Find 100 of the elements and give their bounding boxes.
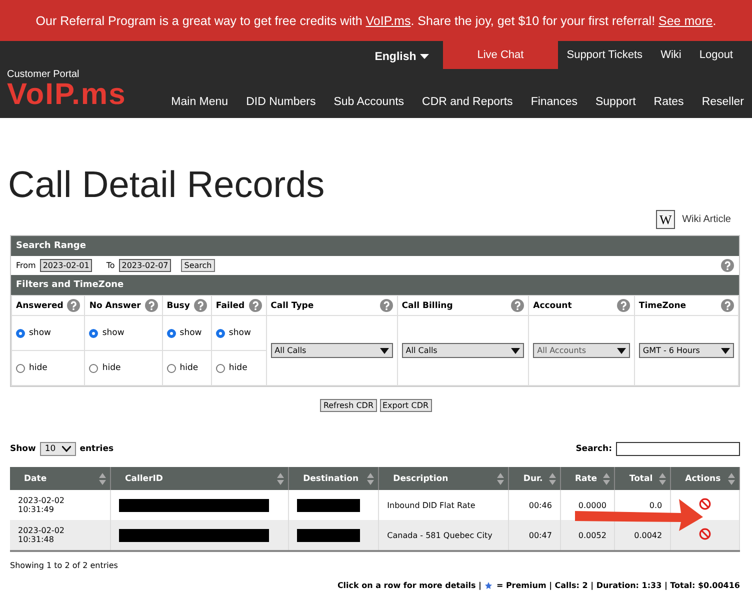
radio-button[interactable] [89,364,98,372]
top-link[interactable]: Wiki [652,41,690,69]
column-header[interactable]: Dur. [508,467,560,490]
table-cell: 2023-02-02 10:31:49 [18,496,64,514]
sort-icon[interactable] [367,473,374,485]
nav-link[interactable]: Support [595,96,636,108]
help-icon[interactable] [380,299,393,312]
table-cell: 0.0 [649,500,662,510]
radio-button[interactable] [216,328,225,338]
table-cell: 00:46 [528,500,552,510]
sort-icon[interactable] [548,473,556,485]
filter-label: Call Type [270,300,314,310]
sort-icon[interactable] [603,473,610,485]
nav-link[interactable]: Reseller [702,96,744,108]
nav-link[interactable]: Finances [530,96,578,108]
table-cell: 0.0042 [634,530,662,540]
radio-label: hide [29,363,48,373]
redaction-bar [297,528,360,542]
page-title: Call Detail Records [8,164,326,206]
help-icon[interactable] [721,299,734,312]
table-cell: 0.0052 [578,530,606,540]
radio-button[interactable] [16,364,25,372]
sort-icon[interactable] [277,473,284,485]
section-header: Filters and TimeZone [11,275,739,295]
show-label: Show [10,444,36,454]
caret-icon [616,348,626,354]
column-header[interactable]: Description [378,467,509,490]
redaction-bar [297,498,360,512]
action-button[interactable]: Refresh CDR [320,399,376,412]
radio-label: hide [228,363,248,373]
column-header[interactable]: Destination [288,467,379,490]
nav-link[interactable]: DID Numbers [246,96,316,108]
date-field[interactable]: 2023-02-07 [118,259,172,272]
summary-text: Click on a row for more details | [337,581,482,590]
chevron-icon [62,446,71,452]
table-cell: 0.0000 [578,500,606,510]
column-header[interactable]: Actions [670,467,740,490]
date-field[interactable]: 2023-02-01 [40,259,92,272]
radio-button[interactable] [16,328,25,338]
radio-label: show [102,328,124,338]
dropdown[interactable]: GMT - 6 Hours [638,343,734,358]
sort-icon[interactable] [99,473,106,485]
to-label: To [106,261,115,270]
caret-icon [380,348,389,354]
radio-button[interactable] [166,364,176,372]
help-icon[interactable] [721,259,734,272]
nav-link[interactable]: Rates [654,96,684,108]
wiki-icon[interactable]: W [656,210,676,229]
help-icon[interactable] [67,299,80,312]
top-link[interactable]: Live Chat [443,41,558,69]
filter-label: Failed [216,300,245,310]
sort-icon[interactable] [659,473,666,485]
radio-button[interactable] [166,328,176,338]
search-field[interactable] [616,442,740,456]
wiki-link[interactable]: Wiki Article [682,214,731,225]
column-header[interactable]: Total [614,467,671,490]
from-label: From [16,261,36,270]
help-icon[interactable] [144,299,158,312]
table-cell: 00:47 [528,530,552,540]
help-icon[interactable] [616,299,630,312]
radio-label: hide [102,363,121,373]
entries-dropdown[interactable]: 10 [40,442,76,456]
top-link[interactable]: Support Tickets [558,41,652,69]
caret-icon [721,348,730,354]
help-icon[interactable] [511,299,524,312]
search-button[interactable]: Search [181,259,215,272]
banner-link[interactable]: VoIP.ms [366,14,411,28]
top-link[interactable]: Logout [690,41,742,69]
block-icon[interactable] [699,528,712,540]
action-button[interactable]: Export CDR [380,399,432,412]
table-cell: Inbound DID Flat Rate [387,500,476,510]
radio-button[interactable] [216,364,225,372]
search-label: Search: [576,444,612,454]
nav-link[interactable]: CDR and Reports [422,96,513,108]
sort-icon[interactable] [497,473,504,485]
filter-label: Answered [16,300,64,310]
help-icon[interactable] [194,299,207,312]
entries-label: entries [80,444,114,454]
nav-link[interactable]: Sub Accounts [334,96,404,108]
help-icon[interactable] [248,299,262,312]
dropdown[interactable]: All Calls [402,343,524,358]
radio-label: show [228,328,251,338]
dropdown[interactable]: All Calls [270,343,393,358]
dropdown[interactable]: All Accounts [533,343,630,358]
filter-label: TimeZone [638,300,686,310]
nav-link[interactable]: Main Menu [171,96,228,108]
caret-icon [511,348,520,354]
radio-button[interactable] [89,328,98,338]
column-header[interactable]: Rate [560,467,615,490]
column-header[interactable]: CallerID [110,467,289,490]
referral-message: Our Referral Program is a great way to get free credits with VoIP.ms. Share the joy, get $10 for your first referral! See more. [36,14,716,28]
star-icon [485,582,492,589]
language-selector[interactable]: English [374,41,430,69]
summary-text: = Premium | Calls: 2 | Duration: 1:33 | Total: $0.00416 [496,581,740,590]
caret-icon [420,54,430,60]
banner-link[interactable]: See more [658,14,713,28]
table-cell: 2023-02-02 10:31:48 [18,526,64,544]
column-header[interactable]: Date [10,467,110,490]
block-icon[interactable] [699,498,712,510]
sort-icon[interactable] [728,473,735,485]
